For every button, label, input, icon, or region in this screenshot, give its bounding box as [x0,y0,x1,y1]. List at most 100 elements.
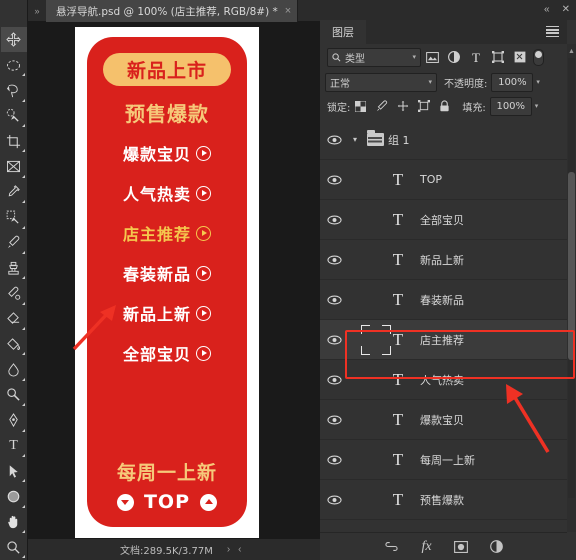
layer-row-group[interactable]: ▾ 组 1 [320,120,567,160]
lock-all-icon[interactable] [434,96,455,116]
fill-chevron-down-icon[interactable]: ▾ [535,102,539,110]
eye-icon [326,295,342,304]
layer-row[interactable]: T TOP [320,160,567,200]
nav-item-label: 春装新品 [122,265,191,284]
shape-layer-filter-icon[interactable] [487,47,509,67]
lock-position-icon[interactable] [392,96,413,116]
eraser-tool[interactable] [1,306,27,331]
nav-item-label: 店主推荐 [122,225,191,244]
add-layer-style-icon[interactable]: fx [421,539,431,554]
filter-type-select[interactable]: 类型 ▾ [327,47,421,67]
smart-object-filter-icon[interactable] [509,47,531,67]
tab-layers[interactable]: 图层 [320,20,366,44]
eye-icon [326,495,342,504]
status-next-icon[interactable]: › [227,544,230,555]
type-layer-filter-icon[interactable]: T [465,47,487,67]
layer-visibility-toggle[interactable] [320,335,348,345]
status-prev-icon[interactable]: ‹ [238,544,241,555]
layer-list[interactable]: ▾ 组 1 T TOP T 全部宝贝 T 新品上新 T 春装新品 T 店主推荐 … [320,120,567,532]
nav-item[interactable]: 人气热卖 [87,173,247,213]
move-tool[interactable] [0,27,27,53]
fill-label: 填充: [462,102,486,114]
adjustment-layer-filter-icon[interactable] [443,47,465,67]
group-disclosure-icon[interactable]: ▾ [348,135,362,144]
layer-visibility-toggle[interactable] [320,135,348,145]
clone-stamp-tool[interactable] [1,255,27,280]
layer-row[interactable]: T 全部宝贝 [320,200,567,240]
pixel-layer-filter-icon[interactable] [421,47,443,67]
artboard: 新品上市 预售爆款 爆款宝贝 人气热卖 店主推荐 春装新品 新品上新 全部宝贝 … [75,27,259,538]
layer-panel-scrollbar[interactable]: ▲ [567,44,576,532]
dodge-tool[interactable] [1,382,27,407]
path-selection-tool[interactable] [1,458,27,483]
type-layer-thumbnail: T [392,410,404,429]
nav-item-selected[interactable]: 店主推荐 [87,213,247,253]
crop-tool[interactable] [1,129,27,154]
scroll-down-icon[interactable] [116,493,134,511]
layer-row[interactable]: T 预售爆款 [320,480,567,520]
chevron-right-icon [196,305,211,321]
document-tab[interactable]: 悬浮导航.psd @ 100% (店主推荐, RGB/8#) * × [46,0,299,22]
zoom-tool[interactable] [1,535,27,560]
opacity-input[interactable]: 100% [491,72,534,92]
opacity-chevron-down-icon[interactable]: ▾ [536,78,540,86]
nav-item[interactable]: 爆款宝贝 [87,133,247,173]
layer-visibility-toggle[interactable] [320,375,348,385]
history-brush-tool[interactable] [1,281,27,306]
right-dock: « ✕ 图层 类型 ▾ T 正常 ▾ 不透明度: 100% ▾ 锁定: 填充: … [320,0,576,560]
spot-healing-brush-tool[interactable] [1,205,27,230]
lasso-tool[interactable] [1,78,27,103]
ellipse-shape-tool[interactable] [1,484,27,509]
scroll-top-icon[interactable] [200,493,218,511]
paint-bucket-tool[interactable] [1,332,27,357]
tab-scroll-icon[interactable]: » [30,2,44,20]
filter-enable-toggle[interactable] [533,48,544,66]
layer-row[interactable]: T 每周一上新 [320,440,567,480]
collapse-panels-icon[interactable]: « [544,5,550,15]
scrollbar-thumb[interactable] [568,172,575,360]
lock-image-pixels-icon[interactable] [371,96,392,116]
layer-visibility-toggle[interactable] [320,415,348,425]
layer-row[interactable]: T 新品上新 [320,240,567,280]
link-layers-icon[interactable] [384,542,399,551]
eyedropper-tool[interactable] [1,179,27,204]
canvas-area[interactable]: 新品上市 预售爆款 爆款宝贝 人气热卖 店主推荐 春装新品 新品上新 全部宝贝 … [28,22,320,538]
layer-row[interactable]: T 春装新品 [320,280,567,320]
elliptical-marquee-tool[interactable] [1,52,27,77]
floating-nav-banner: 新品上市 预售爆款 爆款宝贝 人气热卖 店主推荐 春装新品 新品上新 全部宝贝 … [87,37,247,527]
nav-item-label: 人气热卖 [122,185,191,204]
brush-tool[interactable] [1,230,27,255]
layer-visibility-toggle[interactable] [320,215,348,225]
layer-visibility-toggle[interactable] [320,455,348,465]
layer-name: 每周一上新 [420,453,475,467]
quick-selection-tool[interactable] [1,103,27,128]
pen-tool[interactable] [1,408,27,433]
eye-icon [326,175,342,184]
nav-item[interactable]: 新品上新 [87,293,247,333]
document-tab-title: 悬浮导航.psd @ 100% (店主推荐, RGB/8#) * [56,5,278,18]
close-panel-icon[interactable]: ✕ [562,5,570,15]
lock-artboard-nesting-icon[interactable] [413,96,434,116]
hand-tool[interactable] [1,509,27,534]
scroll-up-icon[interactable]: ▲ [567,46,576,56]
nav-item[interactable]: 全部宝贝 [87,333,247,373]
fill-input[interactable]: 100% [489,96,532,116]
nav-item[interactable]: 春装新品 [87,253,247,293]
layer-row-selected[interactable]: T 店主推荐 [320,320,567,360]
panel-menu-icon[interactable] [546,26,559,37]
frame-tool[interactable] [1,154,27,179]
layer-visibility-toggle[interactable] [320,255,348,265]
layer-row[interactable]: T 爆款宝贝 [320,400,567,440]
layer-visibility-toggle[interactable] [320,295,348,305]
eye-icon [326,135,342,144]
horizontal-type-tool[interactable]: T [1,433,27,458]
blur-tool[interactable] [1,357,27,382]
layer-row[interactable]: T 人气热卖 [320,360,567,400]
new-adjustment-layer-icon[interactable] [489,540,503,553]
layer-visibility-toggle[interactable] [320,495,348,505]
close-icon[interactable]: × [285,5,291,17]
add-layer-mask-icon[interactable] [453,540,468,553]
layer-visibility-toggle[interactable] [320,175,348,185]
lock-transparent-pixels-icon[interactable] [350,96,371,116]
blend-mode-select[interactable]: 正常 ▾ [325,72,437,92]
